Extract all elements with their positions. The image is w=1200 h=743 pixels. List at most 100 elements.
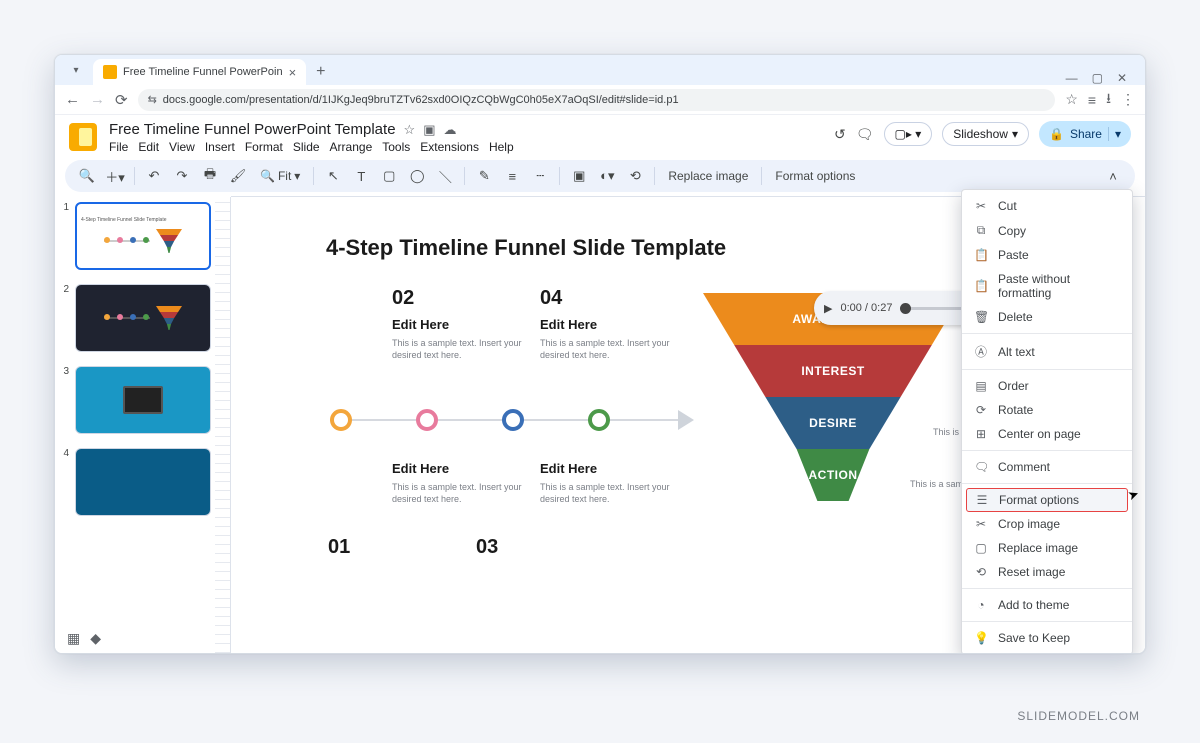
menu-insert[interactable]: Insert bbox=[205, 140, 235, 154]
format-options-button[interactable]: Format options bbox=[769, 164, 861, 188]
image-tool-icon[interactable]: ▢ bbox=[377, 164, 401, 188]
menu-extensions[interactable]: Extensions bbox=[420, 140, 479, 154]
context-crop-image[interactable]: ✂Crop image bbox=[962, 512, 1132, 536]
num-04[interactable]: 04 bbox=[540, 287, 562, 310]
context-comment[interactable]: 🗨Comment bbox=[962, 455, 1132, 479]
thumbnail-4[interactable] bbox=[75, 448, 211, 516]
move-icon[interactable]: ▣ bbox=[423, 122, 435, 138]
nav-back-icon[interactable]: ← bbox=[65, 91, 80, 108]
search-menus-icon[interactable]: 🔍 bbox=[75, 164, 99, 188]
line-tool-icon[interactable]: ＼ bbox=[433, 164, 457, 188]
replace-image-button[interactable]: Replace image bbox=[662, 164, 754, 188]
context-center[interactable]: ⊞Center on page bbox=[962, 422, 1132, 446]
new-slide-button[interactable]: ＋▾ bbox=[103, 164, 127, 188]
share-button[interactable]: 🔒 Share ▾ bbox=[1039, 121, 1131, 147]
site-info-icon[interactable]: ⇆ bbox=[148, 93, 157, 106]
context-replace-image[interactable]: ▢Replace image bbox=[962, 536, 1132, 560]
meet-button[interactable]: ▢▸ ▾ bbox=[884, 122, 933, 146]
edit-01[interactable]: Edit Here bbox=[392, 461, 522, 476]
context-cut[interactable]: ✂Cut bbox=[962, 194, 1132, 218]
share-dropdown-icon[interactable]: ▾ bbox=[1108, 127, 1121, 141]
window-close-icon[interactable]: ✕ bbox=[1117, 71, 1127, 85]
menu-tools[interactable]: Tools bbox=[382, 140, 410, 154]
menu-arrange[interactable]: Arrange bbox=[330, 140, 373, 154]
tab-menu-icon[interactable]: ▾ bbox=[67, 61, 85, 79]
menu-file[interactable]: File bbox=[109, 140, 128, 154]
play-icon[interactable]: ▶ bbox=[824, 302, 832, 315]
extensions-icon[interactable]: ≡ bbox=[1088, 92, 1096, 108]
thumbnail-3[interactable] bbox=[75, 366, 211, 434]
menu-edit[interactable]: Edit bbox=[138, 140, 159, 154]
slideshow-button[interactable]: Slideshow▾ bbox=[942, 122, 1029, 146]
grid-view-icon[interactable]: ▦ bbox=[67, 630, 80, 647]
context-copy[interactable]: ⧉Copy bbox=[962, 218, 1132, 243]
border-dash-icon[interactable]: ┄ bbox=[528, 164, 552, 188]
reset-image-icon[interactable]: ⟲ bbox=[623, 164, 647, 188]
context-alt-text[interactable]: ⒶAlt text bbox=[962, 338, 1132, 365]
thumbnail-2[interactable] bbox=[75, 284, 211, 352]
window-minimize-icon[interactable]: — bbox=[1066, 71, 1078, 85]
context-save-to-keep[interactable]: 💡Save to Keep bbox=[962, 626, 1132, 650]
nav-reload-icon[interactable]: ⟳ bbox=[115, 91, 128, 109]
context-paste[interactable]: 📋Paste bbox=[962, 243, 1132, 267]
comments-icon[interactable]: 🗨 bbox=[856, 126, 874, 143]
download-icon[interactable]: ⭳ bbox=[1106, 88, 1111, 112]
explore-icon[interactable]: ◆ bbox=[90, 630, 101, 647]
menu-help[interactable]: Help bbox=[489, 140, 514, 154]
border-color-icon[interactable]: ✎ bbox=[472, 164, 496, 188]
edit-04[interactable]: Edit Here bbox=[540, 317, 670, 332]
num-02[interactable]: 02 bbox=[392, 287, 414, 310]
timeline-dot-2[interactable] bbox=[416, 409, 438, 431]
select-tool-icon[interactable]: ↖ bbox=[321, 164, 345, 188]
context-reset-image[interactable]: ⟲Reset image bbox=[962, 560, 1132, 584]
border-weight-icon[interactable]: ≡ bbox=[500, 164, 524, 188]
paint-format-icon[interactable]: 🖌 bbox=[226, 164, 250, 188]
history-icon[interactable]: ↺ bbox=[834, 126, 846, 143]
menu-format[interactable]: Format bbox=[245, 140, 283, 154]
window-maximize-icon[interactable]: ▢ bbox=[1092, 71, 1103, 85]
textbox-tool-icon[interactable]: T bbox=[349, 164, 373, 188]
sample-04[interactable]: This is a sample text. Insert your desir… bbox=[540, 337, 670, 361]
context-order[interactable]: ▤Order bbox=[962, 374, 1132, 398]
new-tab-button[interactable]: + bbox=[316, 63, 325, 81]
menu-view[interactable]: View bbox=[169, 140, 195, 154]
cloud-status-icon[interactable]: ☁ bbox=[443, 122, 456, 138]
context-paste-without-formatting[interactable]: 📋Paste without formatting bbox=[962, 267, 1132, 305]
timeline-dot-3[interactable] bbox=[502, 409, 524, 431]
timeline-dot-1[interactable] bbox=[330, 409, 352, 431]
context-delete[interactable]: 🗑Delete bbox=[962, 305, 1132, 329]
thumbnail-1[interactable]: 4-Step Timeline Funnel Slide Template bbox=[75, 202, 211, 270]
num-03[interactable]: 03 bbox=[476, 536, 498, 559]
address-bar[interactable]: ⇆ docs.google.com/presentation/d/1IJKgJe… bbox=[138, 89, 1056, 111]
edit-02[interactable]: Edit Here bbox=[392, 317, 522, 332]
sample-03[interactable]: This is a sample text. Insert your desir… bbox=[540, 481, 670, 505]
slides-logo-icon[interactable] bbox=[69, 123, 97, 151]
menu-slide[interactable]: Slide bbox=[293, 140, 320, 154]
toolbar-collapse-icon[interactable]: ˄ bbox=[1101, 164, 1125, 188]
funnel-desire[interactable]: DESIRE bbox=[703, 397, 963, 449]
star-icon[interactable]: ☆ bbox=[404, 122, 416, 138]
undo-icon[interactable]: ↶ bbox=[142, 164, 166, 188]
context-add-to-theme[interactable]: ◔Add to theme bbox=[962, 593, 1132, 617]
num-01[interactable]: 01 bbox=[328, 536, 350, 559]
bookmark-icon[interactable]: ☆ bbox=[1065, 91, 1078, 108]
browser-menu-icon[interactable]: ⋮ bbox=[1121, 91, 1135, 108]
tab-close-icon[interactable]: × bbox=[289, 65, 297, 80]
crop-icon[interactable]: ▣ bbox=[567, 164, 591, 188]
mask-icon[interactable]: ◐▾ bbox=[595, 164, 619, 188]
context-format-options[interactable]: ☰Format options bbox=[966, 488, 1128, 512]
document-title[interactable]: Free Timeline Funnel PowerPoint Template bbox=[109, 121, 396, 138]
shape-tool-icon[interactable]: ◯ bbox=[405, 164, 429, 188]
timeline-dot-4[interactable] bbox=[588, 409, 610, 431]
menubar: File Edit View Insert Format Slide Arran… bbox=[109, 140, 514, 154]
zoom-dropdown[interactable]: 🔍 Fit ▾ bbox=[254, 164, 306, 188]
sample-02[interactable]: This is a sample text. Insert your desir… bbox=[392, 337, 522, 361]
funnel-interest[interactable]: INTEREST bbox=[703, 345, 963, 397]
edit-03[interactable]: Edit Here bbox=[540, 461, 670, 476]
browser-tab[interactable]: Free Timeline Funnel PowerPoin × bbox=[93, 59, 306, 85]
context-rotate[interactable]: ⟳Rotate bbox=[962, 398, 1132, 422]
funnel-action[interactable]: ACTION bbox=[703, 449, 963, 501]
print-icon[interactable]: 🖶 bbox=[198, 164, 222, 188]
sample-01[interactable]: This is a sample text. Insert your desir… bbox=[392, 481, 522, 505]
redo-icon[interactable]: ↷ bbox=[170, 164, 194, 188]
